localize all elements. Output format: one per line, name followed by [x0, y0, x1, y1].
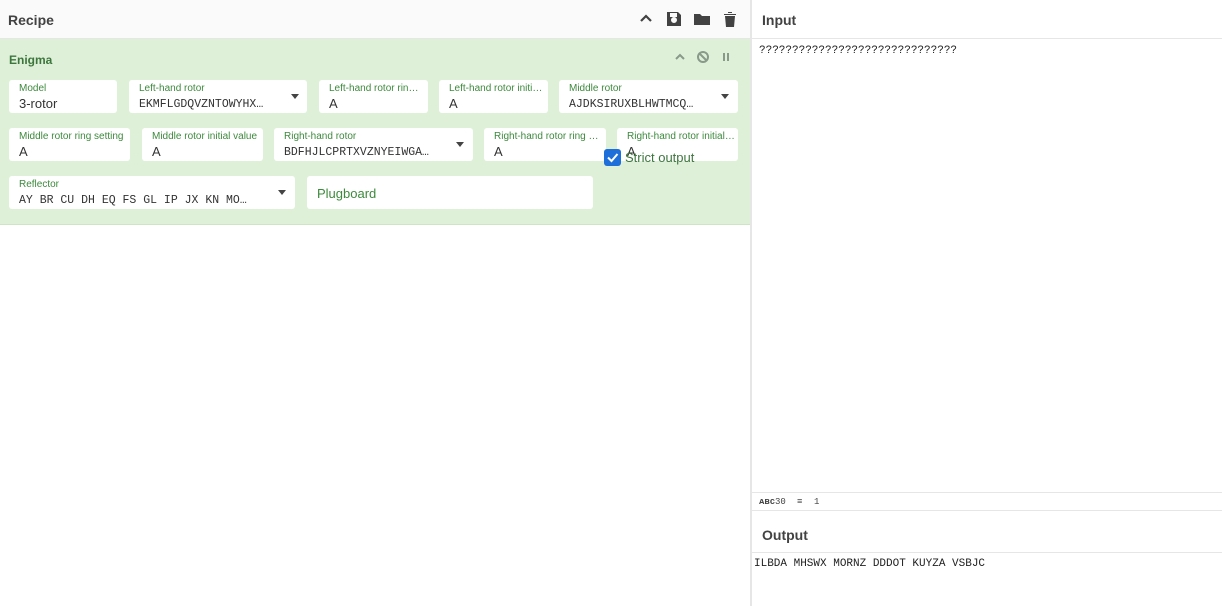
model-select[interactable]: Model 3-rotor — [9, 80, 117, 113]
middle-ring-label: Middle rotor ring setting — [19, 131, 124, 142]
output-title: Output — [762, 527, 808, 543]
disable-icon — [697, 51, 709, 63]
save-recipe-button[interactable] — [664, 9, 684, 29]
output-header: Output — [752, 515, 1222, 553]
left-rotor-value: EKMFLGDQVZNTOWYHX… — [139, 98, 264, 111]
char-count-icon: ᴀʙᴄ — [759, 497, 776, 507]
dropdown-caret-icon — [278, 190, 286, 195]
strict-output-label[interactable]: Strict output — [625, 150, 694, 165]
chevron-up-icon — [675, 53, 685, 60]
model-label: Model — [19, 83, 47, 94]
left-initial-value: A — [449, 96, 458, 111]
load-recipe-button[interactable] — [692, 9, 712, 29]
middle-rotor-label: Middle rotor — [569, 83, 622, 94]
plugboard-placeholder: Plugboard — [317, 186, 377, 201]
dropdown-caret-icon — [721, 94, 729, 99]
right-initial-label: Right-hand rotor initial … — [627, 131, 735, 142]
right-ring-input[interactable]: Right-hand rotor ring s… A — [484, 128, 606, 161]
dropdown-caret-icon — [291, 94, 299, 99]
left-ring-label: Left-hand rotor ring … — [329, 83, 424, 94]
left-initial-label: Left-hand rotor initi… — [449, 83, 543, 94]
collapse-operation-button[interactable] — [673, 50, 687, 64]
line-count: 1 — [814, 497, 820, 507]
right-rotor-label: Right-hand rotor — [284, 131, 357, 142]
middle-initial-input[interactable]: Middle rotor initial value A — [142, 128, 263, 161]
model-value: 3-rotor — [19, 96, 58, 111]
right-ring-label: Right-hand rotor ring s… — [494, 131, 602, 142]
left-ring-value: A — [329, 96, 338, 111]
reflector-select[interactable]: Reflector AY BR CU DH EQ FS GL IP JX KN … — [9, 176, 295, 209]
trash-icon — [724, 12, 736, 27]
char-count: 30 — [775, 497, 786, 507]
middle-ring-input[interactable]: Middle rotor ring setting A — [9, 128, 130, 161]
middle-initial-value: A — [152, 144, 161, 159]
recipe-title: Recipe — [8, 12, 54, 28]
reflector-value: AY BR CU DH EQ FS GL IP JX KN MO… — [19, 194, 247, 207]
right-rotor-select[interactable]: Right-hand rotor BDFHJLCPRTXVZNYEIWGA… — [274, 128, 473, 161]
input-header: Input — [752, 0, 1222, 39]
input-textarea[interactable]: ?????????????????????????????? — [759, 45, 957, 57]
operation-title: Enigma — [9, 53, 53, 67]
middle-rotor-select[interactable]: Middle rotor AJDKSIRUXBLHWTMCQ… — [559, 80, 738, 113]
input-status-bar: ᴀʙᴄ 30 ≡ 1 — [752, 492, 1222, 511]
left-ring-input[interactable]: Left-hand rotor ring … A — [319, 80, 428, 113]
breakpoint-button[interactable] — [719, 50, 733, 64]
collapse-all-button[interactable] — [636, 9, 656, 29]
middle-initial-label: Middle rotor initial value — [152, 131, 258, 142]
dropdown-caret-icon — [456, 142, 464, 147]
line-count-icon: ≡ — [797, 497, 803, 507]
pause-icon — [723, 53, 729, 61]
strict-output-checkbox[interactable] — [604, 149, 621, 166]
output-textarea[interactable]: ILBDA MHSWX MORNZ DDDOT KUYZA VSBJC — [754, 558, 985, 570]
reflector-label: Reflector — [19, 179, 60, 190]
clear-recipe-button[interactable] — [720, 9, 740, 29]
input-title: Input — [762, 12, 797, 28]
recipe-panel: Recipe Enigma Model 3-rotor Left-hand ro… — [0, 0, 750, 606]
recipe-header: Recipe — [0, 0, 750, 39]
checkmark-icon — [607, 153, 619, 163]
folder-icon — [694, 14, 710, 25]
middle-ring-value: A — [19, 144, 28, 159]
plugboard-input[interactable]: Plugboard — [307, 176, 593, 209]
enigma-operation: Enigma Model 3-rotor Left-hand rotor EKM… — [0, 39, 750, 225]
save-icon — [667, 12, 681, 26]
chevron-up-icon — [640, 14, 652, 22]
middle-rotor-value: AJDKSIRUXBLHWTMCQ… — [569, 98, 694, 111]
left-rotor-label: Left-hand rotor — [139, 83, 205, 94]
left-rotor-select[interactable]: Left-hand rotor EKMFLGDQVZNTOWYHX… — [129, 80, 307, 113]
disable-operation-button[interactable] — [696, 50, 710, 64]
left-initial-input[interactable]: Left-hand rotor initi… A — [439, 80, 548, 113]
right-ring-value: A — [494, 144, 503, 159]
right-rotor-value: BDFHJLCPRTXVZNYEIWGA… — [284, 146, 429, 159]
